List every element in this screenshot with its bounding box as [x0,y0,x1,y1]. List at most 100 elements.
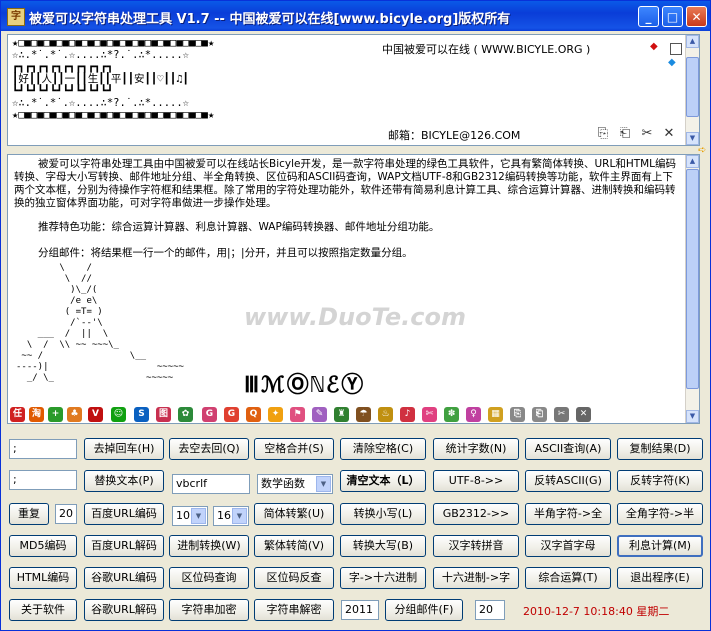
tool-icon-9[interactable]: ✿ [178,407,193,422]
scroll-thumb[interactable] [686,57,699,117]
tool-icon-13[interactable]: ✦ [268,407,283,422]
paste-icon-2[interactable]: ⎗ [532,407,547,422]
clear-icon[interactable]: ✕ [662,127,676,141]
tool-icon-7[interactable]: S [134,407,149,422]
tool-icon-1[interactable]: 任 [10,407,25,422]
replace-text-button[interactable]: 替换文本(P) [84,470,164,492]
calculator-button[interactable]: 综合运算(T) [525,567,611,589]
trim-space-newline-button[interactable]: 去空去回(Q) [169,438,249,460]
baidu-url-decode-button[interactable]: 百度URL解码 [84,535,164,557]
ascii-query-button[interactable]: ASCII查询(A) [525,438,611,460]
group-count-input[interactable]: 20 [475,600,505,620]
clear-text-button[interactable]: 清空文本（L） [340,470,426,492]
scroll-thumb[interactable] [686,169,699,389]
tool-icon-8[interactable]: 图 [156,407,171,422]
to-upper-button[interactable]: 转换大写(B) [340,535,426,557]
tool-icon-11[interactable]: G [224,407,239,422]
replace-input[interactable]: vbcrlf [172,474,250,494]
merge-space-button[interactable]: 空格合并(S) [254,438,334,460]
md5-button[interactable]: MD5编码 [9,535,77,557]
separator-input-2[interactable]: ; [9,470,77,490]
dropdown-arrow-icon[interactable]: ▼ [232,508,247,524]
gb2312-button[interactable]: GB2312->> [433,503,519,525]
google-url-decode-button[interactable]: 谷歌URL解码 [84,599,164,621]
tool-icon-23[interactable]: ▦ [488,407,503,422]
half-to-full-button[interactable]: 半角字符->全 [525,503,611,525]
tool-icon-17[interactable]: ☂ [356,407,371,422]
base-from-select[interactable]: 10 ▼ [172,506,208,526]
tool-icon-19[interactable]: ♪ [400,407,415,422]
scroll-up-icon[interactable]: ▲ [686,35,699,48]
decrypt-button[interactable]: 字符串解密 [254,599,334,621]
scroll-down-icon[interactable]: ▼ [686,132,699,145]
tool-icon-2[interactable]: 淘 [29,407,44,422]
copy-result-button[interactable]: 复制结果(D) [617,438,703,460]
repeat-button[interactable]: 重复 [9,503,49,525]
tool-icon-3[interactable]: + [48,407,63,422]
input-textbox[interactable]: ★□■□■□■□■□■□■□■□■□■□■□■□■□■□■□■★ ☆∴.*˙.*… [7,34,700,146]
separator-input-1[interactable]: ; [9,439,77,459]
clear-space-button[interactable]: 清除空格(C) [340,438,426,460]
area-code-query-button[interactable]: 区位码查询 [169,567,249,589]
encrypt-button[interactable]: 字符串加密 [169,599,249,621]
diamond-icon[interactable]: ◆ [668,58,678,68]
char-to-hex-button[interactable]: 字->十六进制 [340,567,426,589]
remove-newline-button[interactable]: 去掉回车(H) [84,438,164,460]
maximize-button[interactable]: □ [662,6,683,27]
exit-button[interactable]: 退出程序(E) [617,567,703,589]
simp-to-trad-button[interactable]: 简体转繁(U) [254,503,334,525]
scroll-up-icon[interactable]: ▲ [686,155,699,168]
full-to-half-button[interactable]: 全角字符->半 [617,503,703,525]
html-encode-button[interactable]: HTML编码 [9,567,77,589]
interest-calc-button[interactable]: 利息计算(M) [617,535,703,557]
tool-icon-6[interactable]: ☺ [111,407,126,422]
group-mail-button[interactable]: 分组邮件(F) [385,599,463,621]
tool-icon-4[interactable]: ♣ [67,407,82,422]
tool-icon-5[interactable]: V [88,407,103,422]
baidu-url-encode-button[interactable]: 百度URL编码 [84,503,164,525]
paste-icon[interactable]: ⎗ [618,127,632,141]
dropdown-arrow-icon[interactable]: ▼ [316,476,331,492]
title-bar[interactable]: 字 被爱可以字符串处理工具 V1.7 -- 中国被爱可以在线[www.bicyl… [1,1,710,31]
tool-icon-12[interactable]: Q [246,407,261,422]
cut-icon[interactable]: ✂ [640,127,654,141]
result-scrollbar[interactable]: ▲ ▼ [685,155,699,423]
gem-icon[interactable]: ◆ [650,42,660,52]
tool-icon-10[interactable]: G [202,407,217,422]
tool-icon-22[interactable]: ♀ [466,407,481,422]
result-textbox[interactable]: 被爱可以字符串处理工具由中国被爱可以在线站长Bicyle开发，是一款字符串处理的… [7,154,700,424]
reverse-ascii-button[interactable]: 反转ASCII(G) [525,470,611,492]
google-url-encode-button[interactable]: 谷歌URL编码 [84,567,164,589]
tool-icon-15[interactable]: ✎ [312,407,327,422]
repeat-count-input[interactable]: 20 [55,504,77,524]
top-scrollbar[interactable]: ▲ ▼ [685,35,699,145]
copy-icon-2[interactable]: ⎘ [510,407,525,422]
to-lower-button[interactable]: 转换小写(L) [340,503,426,525]
tool-icon-20[interactable]: ✄ [422,407,437,422]
first-letter-button[interactable]: 汉字首字母 [525,535,611,557]
clear-icon-2[interactable]: ✕ [576,407,591,422]
cut-icon-2[interactable]: ✂ [554,407,569,422]
scroll-down-icon[interactable]: ▼ [686,410,699,423]
tool-icon-21[interactable]: ✽ [444,407,459,422]
close-button[interactable]: ✕ [686,6,707,27]
top-checkbox[interactable] [670,43,682,55]
trad-to-simp-button[interactable]: 繁体转简(V) [254,535,334,557]
dropdown-arrow-icon[interactable]: ▼ [191,508,206,524]
utf8-button[interactable]: UTF-8->> [433,470,519,492]
to-pinyin-button[interactable]: 汉字转拼音 [433,535,519,557]
count-chars-button[interactable]: 统计字数(N) [433,438,519,460]
base-convert-button[interactable]: 进制转换(W) [169,535,249,557]
reverse-chars-button[interactable]: 反转字符(K) [617,470,703,492]
tool-icon-14[interactable]: ⚑ [290,407,305,422]
year-input[interactable]: 2011 [341,600,379,620]
hex-to-char-button[interactable]: 十六进制->字 [433,567,519,589]
tool-icon-18[interactable]: ♨ [378,407,393,422]
tool-icon-16[interactable]: ♜ [334,407,349,422]
base-to-select[interactable]: 16 ▼ [213,506,249,526]
area-code-reverse-button[interactable]: 区位码反查 [254,567,334,589]
minimize-button[interactable]: _ [638,6,659,27]
function-select[interactable]: 数学函数 ▼ [257,474,333,494]
copy-icon[interactable]: ⎘ [596,127,610,141]
about-button[interactable]: 关于软件 [9,599,77,621]
